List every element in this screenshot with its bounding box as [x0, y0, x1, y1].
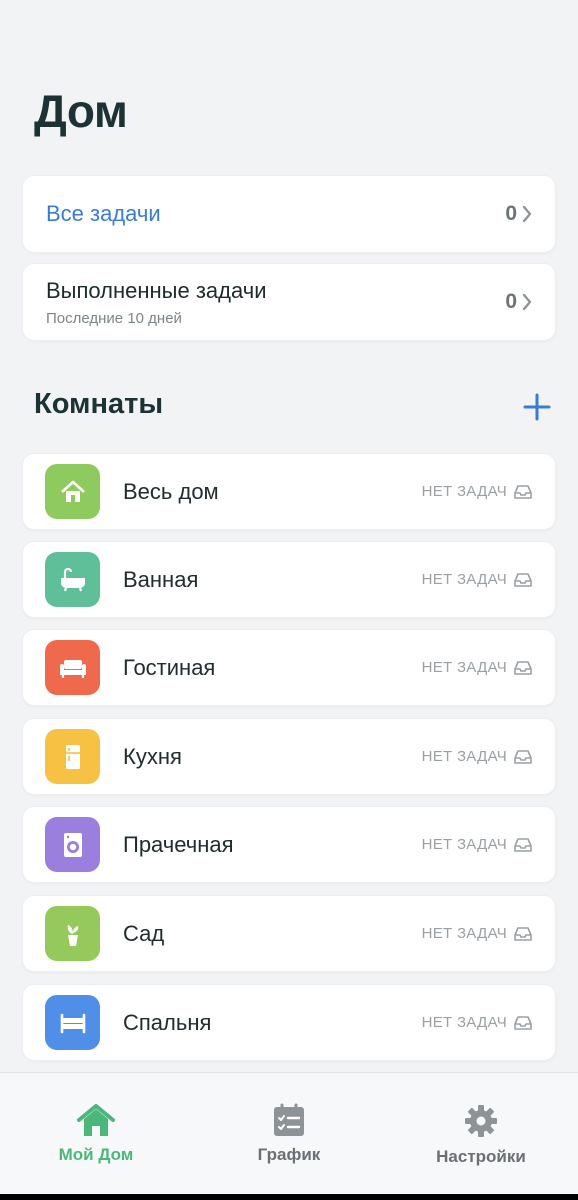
- system-bottom-bar: [0, 1194, 578, 1200]
- bed-icon: [60, 1013, 85, 1033]
- sofa-icon: [59, 659, 86, 678]
- room-status: НЕТ ЗАДАЧ: [421, 1014, 507, 1031]
- room-item-bathroom[interactable]: Ванная НЕТ ЗАДАЧ: [22, 541, 556, 618]
- house-icon: [77, 1104, 115, 1136]
- rooms-section-title: Комнаты: [34, 388, 164, 420]
- tray-icon: [514, 484, 532, 499]
- room-name: Сад: [123, 920, 165, 946]
- nav-item-settings[interactable]: Настройки: [406, 1103, 556, 1167]
- add-room-button[interactable]: [522, 392, 552, 422]
- room-icon-bg: [45, 552, 100, 607]
- all-tasks-card[interactable]: Все задачи 0: [22, 175, 556, 253]
- page-title: Дом: [34, 85, 128, 137]
- room-icon-bg: [45, 729, 100, 784]
- tray-icon: [514, 1015, 532, 1030]
- tray-icon: [514, 837, 532, 852]
- plant-icon: [67, 924, 78, 946]
- done-tasks-card[interactable]: Выполненные задачи Последние 10 дней 0: [22, 263, 556, 341]
- room-icon-bg: [45, 906, 100, 961]
- washing-machine-icon: [63, 832, 82, 857]
- all-tasks-label: Все задачи: [46, 201, 161, 226]
- done-tasks-sublabel: Последние 10 дней: [46, 309, 182, 327]
- room-item-kitchen[interactable]: Кухня НЕТ ЗАДАЧ: [22, 718, 556, 795]
- room-status: НЕТ ЗАДАЧ: [421, 659, 507, 676]
- done-tasks-count: 0: [505, 290, 517, 313]
- tray-icon: [514, 660, 532, 675]
- bottom-nav: Мой Дом График Настройки: [0, 1072, 578, 1194]
- plus-icon: [523, 393, 551, 421]
- room-icon-bg: [45, 995, 100, 1050]
- chevron-right-icon: [522, 293, 532, 311]
- fridge-icon: [65, 744, 80, 769]
- chevron-right-icon: [522, 205, 532, 223]
- bathtub-icon: [60, 567, 85, 591]
- room-icon-bg: [45, 817, 100, 872]
- room-icon-bg: [45, 464, 100, 519]
- house-icon: [60, 480, 85, 502]
- nav-item-schedule[interactable]: График: [214, 1103, 364, 1165]
- room-item-garden[interactable]: Сад НЕТ ЗАДАЧ: [22, 895, 556, 972]
- room-status: НЕТ ЗАДАЧ: [421, 748, 507, 765]
- all-tasks-count: 0: [505, 202, 517, 225]
- room-status: НЕТ ЗАДАЧ: [421, 925, 507, 942]
- nav-label: График: [257, 1145, 321, 1164]
- room-item-living-room[interactable]: Гостиная НЕТ ЗАДАЧ: [22, 629, 556, 706]
- room-item-laundry[interactable]: Прачечная НЕТ ЗАДАЧ: [22, 806, 556, 883]
- gear-icon: [465, 1105, 497, 1137]
- room-item-whole-house[interactable]: Весь дом НЕТ ЗАДАЧ: [22, 453, 556, 530]
- room-name: Гостиная: [123, 654, 216, 680]
- room-name: Спальня: [123, 1009, 212, 1035]
- checklist-icon: [274, 1103, 304, 1136]
- tray-icon: [514, 749, 532, 764]
- room-item-bedroom[interactable]: Спальня НЕТ ЗАДАЧ: [22, 984, 556, 1061]
- nav-label: Мой Дом: [58, 1145, 134, 1164]
- tray-icon: [514, 572, 532, 587]
- room-name: Кухня: [123, 743, 182, 769]
- room-icon-bg: [45, 640, 100, 695]
- room-status: НЕТ ЗАДАЧ: [421, 836, 507, 853]
- room-status: НЕТ ЗАДАЧ: [421, 571, 507, 588]
- room-name: Ванная: [123, 566, 199, 592]
- room-name: Прачечная: [123, 831, 234, 857]
- room-status: НЕТ ЗАДАЧ: [421, 483, 507, 500]
- room-name: Весь дом: [123, 478, 219, 504]
- nav-label: Настройки: [436, 1147, 526, 1166]
- tray-icon: [514, 926, 532, 941]
- nav-item-home[interactable]: Мой Дом: [21, 1103, 171, 1165]
- done-tasks-label: Выполненные задачи: [46, 277, 267, 303]
